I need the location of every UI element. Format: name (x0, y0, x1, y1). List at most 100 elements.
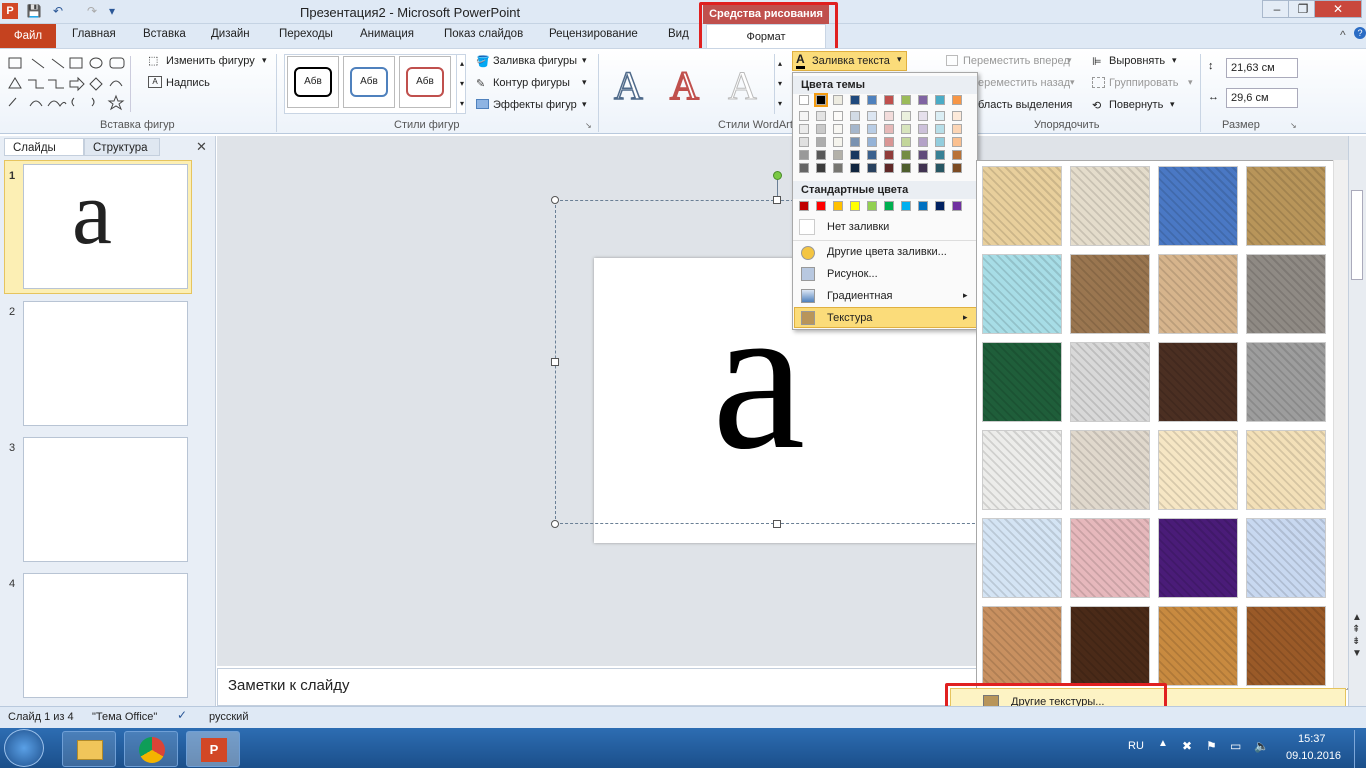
theme-shade-swatch[interactable] (833, 150, 843, 160)
start-button[interactable] (4, 729, 44, 767)
theme-shade-swatch[interactable] (816, 163, 826, 173)
wordart-styles-scroll[interactable]: ▴ ▾ ▾ (774, 54, 785, 114)
texture-swatch[interactable] (1246, 518, 1326, 598)
theme-shade-swatch[interactable] (799, 150, 809, 160)
theme-shade-swatch[interactable] (867, 150, 877, 160)
texture-swatch[interactable] (1158, 342, 1238, 422)
theme-shade-swatch[interactable] (850, 111, 860, 121)
theme-color-swatch[interactable] (799, 95, 809, 105)
rotate-handle[interactable] (773, 171, 782, 180)
tab-outline[interactable]: Структура (84, 138, 160, 156)
language-status[interactable]: русский (209, 711, 248, 723)
keyboard-language[interactable]: RU (1128, 740, 1144, 752)
close-button[interactable]: ✕ (1314, 0, 1362, 18)
texture-scrollbar[interactable] (1333, 160, 1348, 688)
bring-forward-dropdown-icon[interactable]: ▾ (1067, 55, 1072, 66)
theme-shade-swatch[interactable] (850, 137, 860, 147)
tab-slides[interactable]: Слайды (4, 138, 84, 156)
help-icon[interactable]: ? (1354, 27, 1366, 39)
volume-icon[interactable]: 🔈 (1254, 739, 1269, 753)
prev-next-slide-icon[interactable]: ▲ ⇞ ⇟ ▼ (1352, 612, 1362, 660)
send-backward-dropdown-icon[interactable]: ▾ (1070, 77, 1075, 88)
texture-swatch[interactable] (1158, 166, 1238, 246)
theme-shade-swatch[interactable] (816, 150, 826, 160)
close-pane-icon[interactable]: ✕ (196, 139, 207, 155)
texture-swatch[interactable] (1158, 518, 1238, 598)
resize-handle[interactable] (551, 358, 559, 366)
display-icon[interactable]: ▭ (1230, 739, 1241, 753)
show-hidden-icons-icon[interactable]: ▲ (1158, 738, 1168, 749)
group-dropdown-icon[interactable]: ▾ (1188, 77, 1193, 88)
tab-home[interactable]: Главная (72, 28, 116, 40)
standard-color-swatch[interactable] (850, 201, 860, 211)
group-button[interactable]: Группировать (1109, 77, 1179, 89)
wordart-style-2[interactable]: A (669, 62, 700, 109)
texture-swatch[interactable] (1070, 254, 1150, 334)
theme-shade-swatch[interactable] (867, 163, 877, 173)
save-icon[interactable]: 💾 (26, 3, 42, 19)
texture-swatch[interactable] (1246, 254, 1326, 334)
textbox-button[interactable]: Надпись (166, 77, 210, 89)
texture-swatch[interactable] (1158, 430, 1238, 510)
notes-field[interactable]: Заметки к слайду (217, 668, 977, 706)
texture-swatch[interactable] (1246, 430, 1326, 510)
shape-outline-dropdown-icon[interactable]: ▾ (582, 77, 587, 88)
theme-color-swatch[interactable] (901, 95, 911, 105)
standard-color-swatch[interactable] (816, 201, 826, 211)
clock-time[interactable]: 15:37 (1298, 733, 1326, 745)
customize-qat-icon[interactable]: ▾ (104, 3, 120, 19)
shape-style-1[interactable]: Абв (287, 56, 339, 108)
theme-shade-swatch[interactable] (935, 124, 945, 134)
texture-swatch[interactable] (1070, 430, 1150, 510)
tab-animations[interactable]: Анимация (360, 28, 414, 40)
shape-styles-scroll[interactable]: ▴ ▾ ▾ (456, 54, 467, 114)
theme-shade-swatch[interactable] (952, 163, 962, 173)
resize-handle[interactable] (551, 520, 559, 528)
shapes-gallery[interactable] (8, 56, 133, 112)
theme-shade-swatch[interactable] (935, 137, 945, 147)
texture-swatch[interactable] (1246, 606, 1326, 686)
theme-shade-swatch[interactable] (918, 163, 928, 173)
theme-shade-swatch[interactable] (867, 111, 877, 121)
texture-swatch[interactable] (1246, 342, 1326, 422)
theme-shade-swatch[interactable] (799, 163, 809, 173)
theme-shade-swatch[interactable] (833, 124, 843, 134)
theme-shade-swatch[interactable] (799, 111, 809, 121)
texture-swatch[interactable] (1158, 254, 1238, 334)
theme-shade-swatch[interactable] (884, 124, 894, 134)
tab-review[interactable]: Рецензирование (549, 28, 638, 40)
texture-swatch[interactable] (1246, 166, 1326, 246)
theme-color-swatch[interactable] (833, 95, 843, 105)
theme-shade-swatch[interactable] (952, 124, 962, 134)
theme-shade-swatch[interactable] (867, 137, 877, 147)
theme-shade-swatch[interactable] (901, 124, 911, 134)
theme-shade-swatch[interactable] (901, 137, 911, 147)
height-input[interactable]: 21,63 см (1226, 58, 1298, 78)
shape-effects-button[interactable]: Эффекты фигур (493, 99, 577, 111)
theme-shade-swatch[interactable] (901, 163, 911, 173)
slide-thumbnail-4[interactable] (23, 573, 188, 698)
change-shape-button[interactable]: Изменить фигуру (166, 55, 255, 67)
theme-shade-swatch[interactable] (833, 163, 843, 173)
theme-shade-swatch[interactable] (850, 163, 860, 173)
theme-shade-swatch[interactable] (952, 150, 962, 160)
theme-shade-swatch[interactable] (884, 150, 894, 160)
theme-color-swatch[interactable] (850, 95, 860, 105)
change-shape-dropdown-icon[interactable]: ▾ (262, 55, 267, 66)
scrollbar-thumb[interactable] (1351, 190, 1363, 280)
shape-effects-dropdown-icon[interactable]: ▾ (582, 99, 587, 110)
wordart-style-3[interactable]: A (728, 62, 758, 109)
theme-shade-swatch[interactable] (918, 150, 928, 160)
theme-shade-swatch[interactable] (952, 111, 962, 121)
shape-outline-button[interactable]: Контур фигуры (493, 77, 570, 89)
texture-swatch[interactable] (1070, 342, 1150, 422)
theme-shade-swatch[interactable] (850, 150, 860, 160)
standard-color-swatch[interactable] (867, 201, 877, 211)
theme-shade-swatch[interactable] (884, 111, 894, 121)
undo-icon[interactable]: ↶ (50, 3, 66, 19)
texture-item[interactable]: Текстура (793, 307, 977, 329)
show-desktop-button[interactable] (1354, 730, 1366, 768)
theme-shade-swatch[interactable] (884, 137, 894, 147)
resize-handle[interactable] (773, 520, 781, 528)
texture-swatch[interactable] (982, 342, 1062, 422)
